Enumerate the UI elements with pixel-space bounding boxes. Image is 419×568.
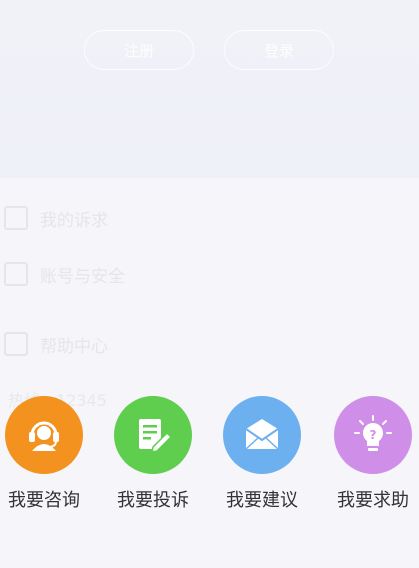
action-sheet: 我要咨询 我要投诉 我要建议 ? 我要求助 <box>0 380 419 568</box>
svg-text:?: ? <box>370 428 377 442</box>
action-label: 我要咨询 <box>8 490 80 511</box>
envelope-icon <box>223 396 301 474</box>
edit-document-icon <box>114 396 192 474</box>
action-label: 我要求助 <box>337 490 409 511</box>
suggestion-button[interactable]: 我要建议 <box>207 396 317 512</box>
lightbulb-question-icon: ? <box>334 396 412 474</box>
complaint-button[interactable]: 我要投诉 <box>98 396 208 512</box>
consult-button[interactable]: 我要咨询 <box>0 396 99 512</box>
headset-agent-icon <box>5 396 83 474</box>
help-request-button[interactable]: ? 我要求助 <box>318 396 419 512</box>
action-label: 我要投诉 <box>117 490 189 511</box>
action-label: 我要建议 <box>226 490 298 511</box>
